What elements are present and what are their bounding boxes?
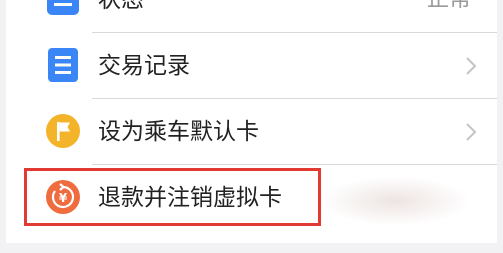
chevron-right-icon [464,55,478,77]
status-label: 状态 [98,0,144,13]
flag-icon [45,113,81,149]
set-default-card-item[interactable]: 设为乘车默认卡 [6,99,497,165]
chevron-right-icon [464,121,478,143]
set-default-card-label: 设为乘车默认卡 [98,119,259,145]
document-list-icon [45,47,81,83]
background-blur [320,176,470,226]
svg-text:¥: ¥ [59,191,68,205]
transaction-records-item[interactable]: 交易记录 [6,33,497,99]
refund-and-cancel-card-label: 退款并注销虚拟卡 [98,185,282,211]
transaction-records-label: 交易记录 [98,53,190,79]
status-row[interactable]: 状态 正常 [6,0,497,33]
status-value: 正常 [427,0,471,33]
refund-yen-icon: ¥ [45,179,81,215]
status-list-icon [45,0,81,17]
